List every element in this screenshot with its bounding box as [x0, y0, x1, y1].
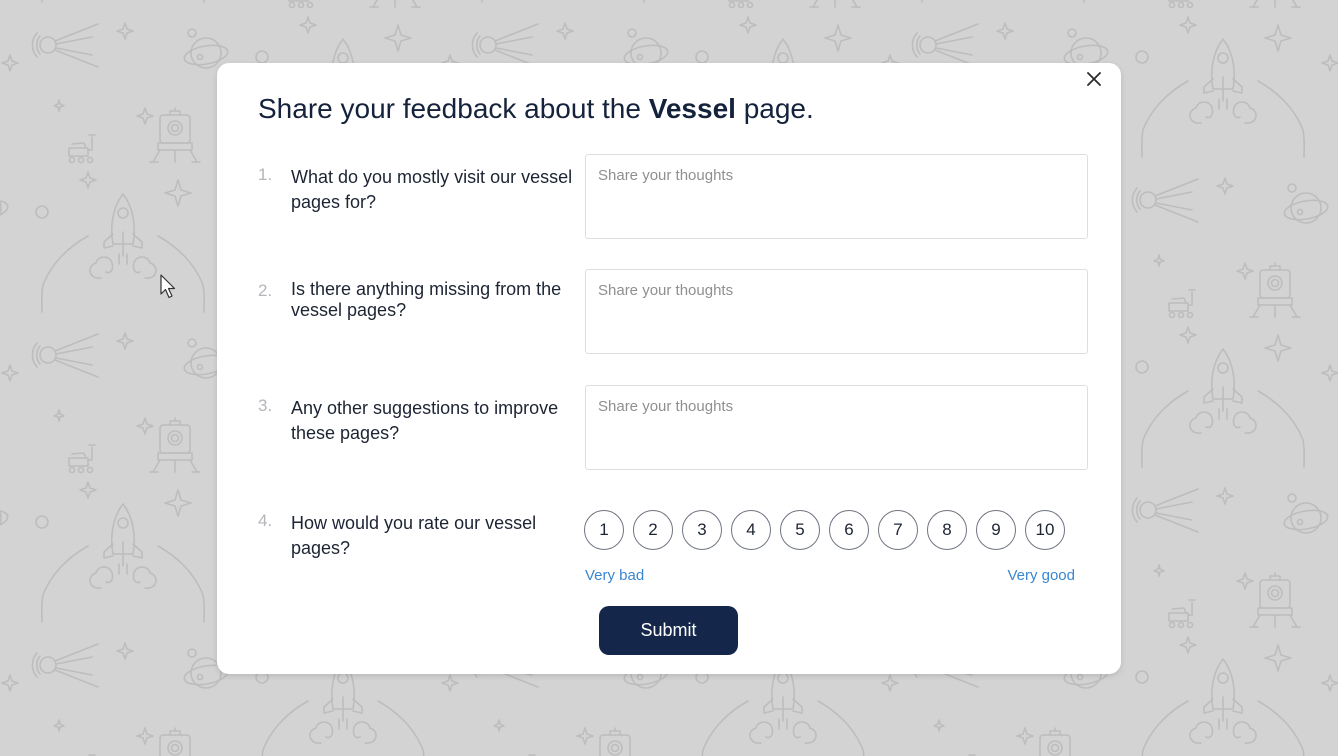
- close-icon: [1087, 72, 1101, 86]
- rating-scale: 1 2 3 4 5 6 7 8 9 10: [584, 510, 1065, 550]
- answer-field-3[interactable]: [585, 385, 1088, 470]
- feedback-modal: Share your feedback about the Vessel pag…: [217, 63, 1121, 674]
- rating-low-label: Very bad: [585, 567, 645, 584]
- rating-high-label: Very good: [1007, 567, 1075, 584]
- question-number: 3.: [258, 396, 273, 415]
- rating-option-5[interactable]: 5: [780, 510, 820, 550]
- title-page-name: Vessel: [648, 93, 736, 124]
- submit-button[interactable]: Submit: [599, 606, 738, 655]
- answer-field-1[interactable]: [585, 154, 1088, 239]
- rating-option-4[interactable]: 4: [731, 510, 771, 550]
- rating-option-8[interactable]: 8: [927, 510, 967, 550]
- rating-option-2[interactable]: 2: [633, 510, 673, 550]
- question-text: Any other suggestions to improve these p…: [291, 398, 559, 443]
- question-number: 2.: [258, 281, 273, 300]
- question-text: Is there anything missing from the vesse…: [291, 279, 562, 320]
- answer-field-2[interactable]: [585, 269, 1088, 354]
- rating-option-6[interactable]: 6: [829, 510, 869, 550]
- question-number: 1.: [258, 165, 273, 184]
- rating-option-3[interactable]: 3: [682, 510, 722, 550]
- question-text: How would you rate our vessel pages?: [291, 513, 537, 558]
- question-number: 4.: [258, 511, 273, 530]
- rating-option-9[interactable]: 9: [976, 510, 1016, 550]
- modal-title: Share your feedback about the Vessel pag…: [258, 93, 814, 125]
- rating-option-10[interactable]: 10: [1025, 510, 1065, 550]
- close-button[interactable]: [1083, 68, 1105, 90]
- question-text: What do you mostly visit our vessel page…: [291, 167, 573, 212]
- title-suffix: page.: [735, 93, 814, 124]
- rating-option-1[interactable]: 1: [584, 510, 624, 550]
- title-prefix: Share your feedback about the: [258, 93, 649, 124]
- rating-option-7[interactable]: 7: [878, 510, 918, 550]
- mouse-pointer-icon: [160, 274, 176, 299]
